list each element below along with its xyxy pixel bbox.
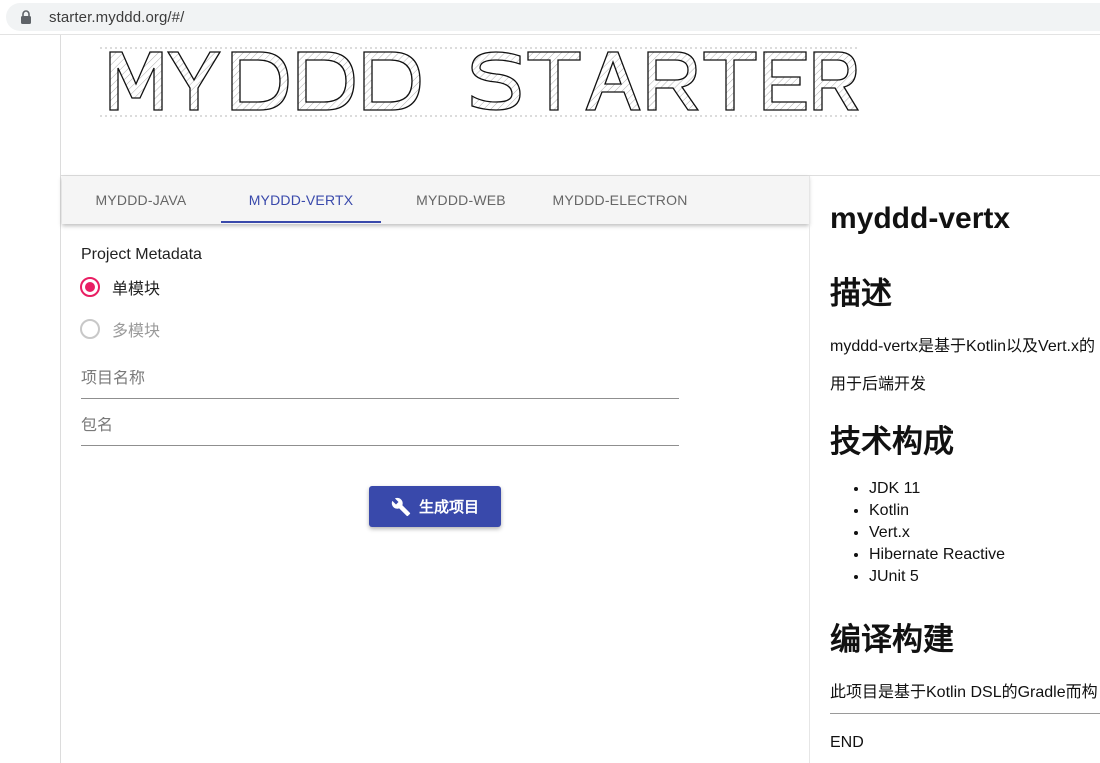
radio-checked-icon[interactable] [80, 277, 100, 297]
doc-end: END [830, 734, 864, 751]
doc-heading-build: 编译构建 [830, 622, 954, 657]
tab-myddd-web[interactable]: MYDDD-WEB [391, 176, 531, 224]
package-name-field [81, 411, 679, 446]
tab-myddd-vertx[interactable]: MYDDD-VERTX [221, 176, 381, 224]
doc-build-line: 此项目是基于Kotlin DSL的Gradle而构 [830, 684, 1098, 701]
list-item: Vert.x [869, 522, 1005, 544]
active-tab-indicator [221, 221, 381, 223]
tech-stack-list: JDK 11 Kotlin Vert.x Hibernate Reactive … [830, 478, 1005, 588]
readme-panel: myddd-vertx 描述 myddd-vertx是基于Kotlin以及Ver… [830, 195, 1100, 763]
doc-description-line-2: 用于后端开发 [830, 376, 927, 393]
url-text[interactable]: starter.myddd.org/#/ [49, 9, 184, 26]
radio-unchecked-icon[interactable] [80, 319, 100, 339]
doc-title: myddd-vertx [830, 202, 1011, 235]
generate-project-label: 生成项目 [418, 499, 479, 516]
radio-single-module-label: 单模块 [112, 281, 161, 298]
package-name-input[interactable] [81, 417, 679, 435]
project-name-field [81, 364, 679, 399]
starter-tabs: MYDDD-JAVA MYDDD-VERTX MYDDD-WEB MYDDD-E… [62, 176, 809, 224]
doc-description-line-1: myddd-vertx是基于Kotlin以及Vert.x的 [830, 338, 1095, 355]
list-item: JDK 11 [869, 478, 1005, 500]
url-field[interactable]: starter.myddd.org/#/ [6, 3, 1100, 31]
list-item: JUnit 5 [869, 566, 1005, 588]
browser-address-bar: starter.myddd.org/#/ [0, 0, 1100, 35]
radio-single-module[interactable]: 单模块 [80, 275, 160, 299]
wrench-icon [391, 497, 411, 516]
lock-icon [21, 10, 31, 24]
doc-divider [830, 713, 1100, 714]
radio-multi-module[interactable]: 多模块 [80, 317, 160, 341]
radio-multi-module-label: 多模块 [112, 323, 161, 340]
doc-heading-tech: 技术构成 [830, 424, 954, 459]
page-left-border [60, 35, 61, 763]
tab-myddd-java[interactable]: MYDDD-JAVA [62, 176, 220, 224]
list-item: Kotlin [869, 500, 1005, 522]
list-item: Hibernate Reactive [869, 544, 1005, 566]
panel-divider [809, 176, 810, 763]
generate-project-button[interactable]: 生成项目 [369, 486, 501, 527]
doc-heading-description: 描述 [830, 276, 892, 311]
site-logo [100, 47, 860, 117]
project-metadata-label: Project Metadata [81, 246, 202, 263]
tab-myddd-electron[interactable]: MYDDD-ELECTRON [540, 176, 700, 224]
project-name-input[interactable] [81, 370, 679, 388]
